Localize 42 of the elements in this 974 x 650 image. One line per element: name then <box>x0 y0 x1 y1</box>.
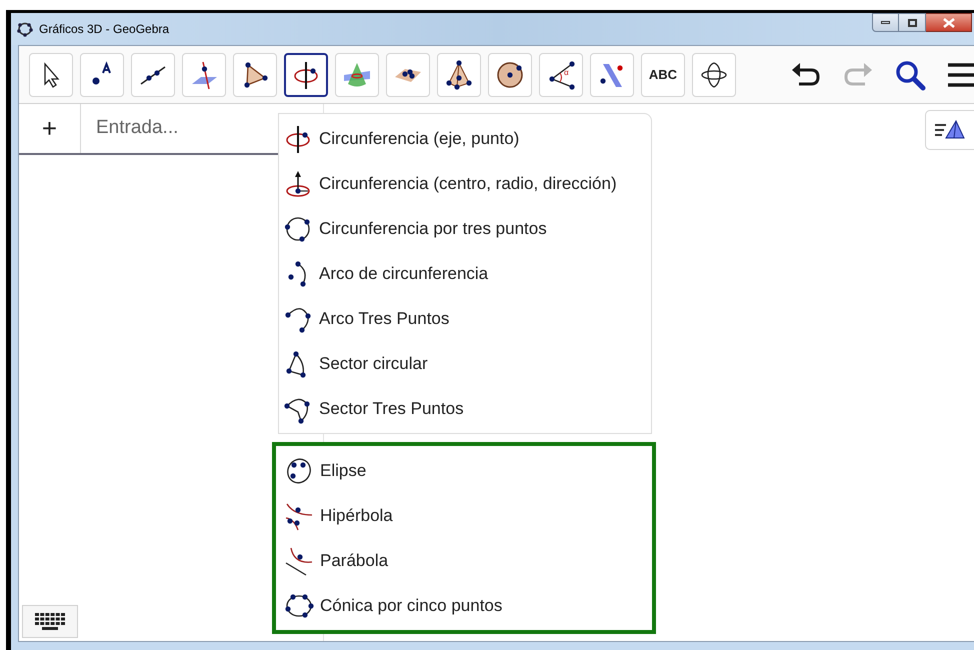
menu-item-label: Hipérbola <box>320 504 393 527</box>
sphere-icon <box>495 60 525 90</box>
close-icon <box>942 18 954 28</box>
add-button[interactable]: + <box>19 104 81 153</box>
menu-item-label: Parábola <box>320 550 388 572</box>
parabola-icon <box>284 546 314 576</box>
window-title: Gráficos 3D - GeoGebra <box>39 21 170 38</box>
menu-item-label: Circunferencia por tres puntos <box>319 218 547 240</box>
tool-menu-item[interactable]: Sector circular <box>283 341 651 386</box>
menu-item-label: Circunferencia (eje, punto) <box>319 128 520 150</box>
tool-button[interactable]: ABC <box>641 52 685 96</box>
tool-menu-item[interactable]: Circunferencia (centro, radio, dirección) <box>283 161 651 206</box>
rotate-view-icon <box>699 60 729 90</box>
pyramid-icon <box>444 60 474 90</box>
menu-item-label: Sector Tres Puntos <box>319 398 464 420</box>
tool-button[interactable] <box>284 52 328 96</box>
maximize-button[interactable] <box>899 13 926 32</box>
keyboard-icon <box>33 612 67 632</box>
ellipse-icon <box>284 456 314 486</box>
tool-menu-item[interactable]: Cónica por cinco puntos <box>284 583 652 628</box>
tool-menu-item[interactable]: Parábola <box>284 538 652 583</box>
tool-menu-item[interactable]: Arco Tres Puntos <box>283 296 651 341</box>
keyboard-button[interactable] <box>22 605 78 638</box>
menu-item-label: Sector circular <box>319 352 428 375</box>
style-bar-toggle[interactable] <box>925 110 974 150</box>
menu-item-label: Arco de circunferencia <box>319 262 488 285</box>
tool-menu-item[interactable]: Arco de circunferencia <box>283 251 651 296</box>
tool-menu-item[interactable]: Sector Tres Puntos <box>283 386 651 431</box>
close-button[interactable] <box>926 13 972 32</box>
tool-menu-item[interactable]: Circunferencia por tres puntos <box>283 206 651 251</box>
tool-menu-item[interactable]: Circunferencia (eje, punto) <box>283 116 651 161</box>
menu-item-label: Circunferencia (centro, radio, dirección) <box>319 172 617 195</box>
tool-button[interactable]: α <box>539 52 583 96</box>
menu-item-label: Elipse <box>320 460 366 482</box>
tool-menu-item[interactable]: Elipse <box>284 448 652 493</box>
menu-item-label: Arco Tres Puntos <box>319 308 450 330</box>
tool-menu-item[interactable]: Hipérbola <box>284 493 652 538</box>
style-bar-icon <box>934 119 968 141</box>
text-tool-label: ABC <box>648 66 678 84</box>
app-logo-icon <box>17 21 33 37</box>
minimize-button[interactable] <box>872 13 899 32</box>
menu-item-label: Cónica por cinco puntos <box>320 594 502 617</box>
